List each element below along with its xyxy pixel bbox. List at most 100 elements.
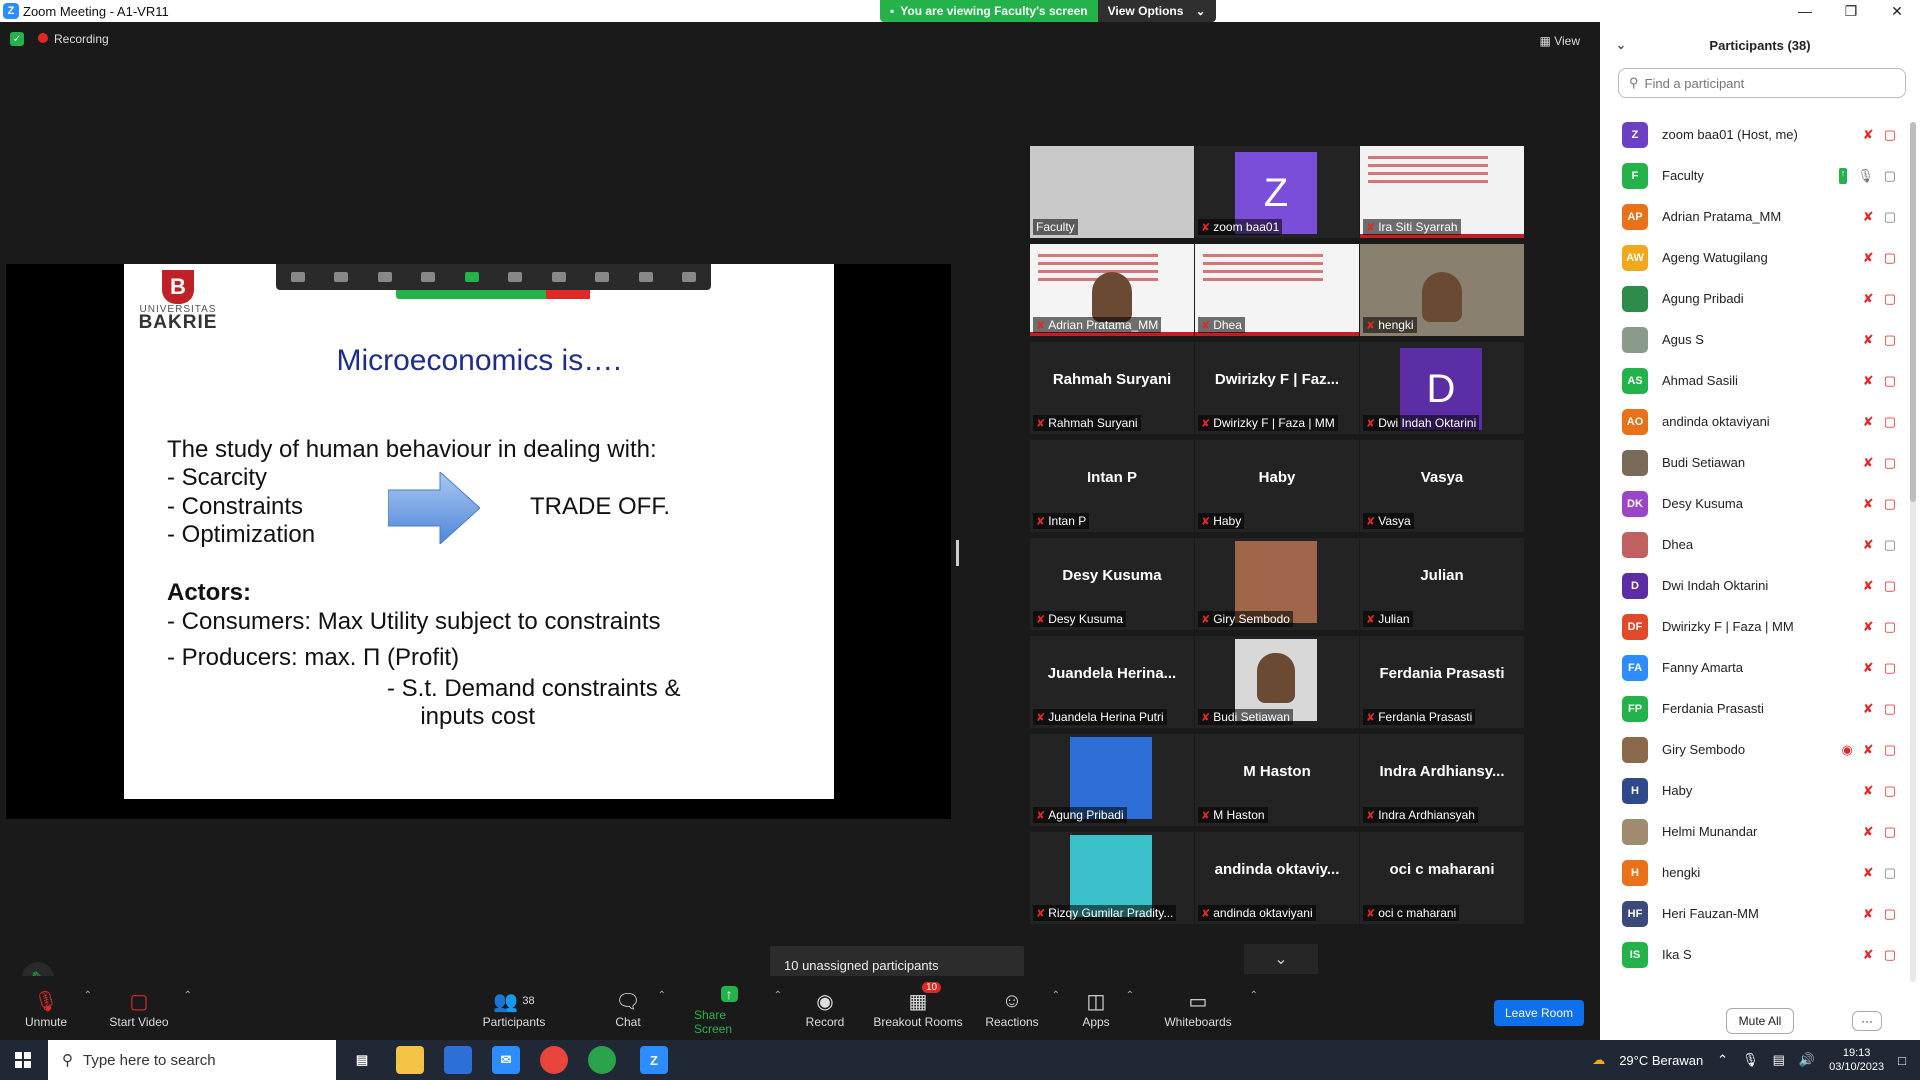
participant-row[interactable]: Hhengki ✘ ▢ (1600, 852, 1910, 893)
video-tile[interactable]: Rahmah Suryani ✘ Rahmah Suryani (1030, 342, 1194, 434)
chat-options-caret[interactable]: ⌃ (658, 990, 666, 1001)
mail-icon[interactable]: ✉ (492, 1046, 520, 1074)
network-icon[interactable]: ▤ (1773, 1052, 1785, 1068)
participant-row[interactable]: Budi Setiawan ✘ ▢ (1600, 442, 1910, 483)
video-tile[interactable]: Indra Ardhiansy... ✘ Indra Ardhiansyah (1360, 734, 1524, 826)
whiteboards-button[interactable]: ▭ Whiteboards ⌃ (1156, 976, 1258, 1040)
share-screen-button[interactable]: ↑ Share Screen ⌃ (694, 976, 782, 1040)
participant-row[interactable]: Dhea ✘ ▢ (1600, 524, 1910, 565)
participants-button[interactable]: 👥 38 Participants (476, 976, 552, 1040)
video-tile[interactable]: Haby ✘ Haby (1195, 440, 1359, 532)
participant-row[interactable]: AS Ahmad Sasili ✘ ▢ (1600, 360, 1910, 401)
video-tile[interactable]: Vasya ✘ Vasya (1360, 440, 1524, 532)
file-explorer-icon[interactable] (396, 1046, 424, 1074)
participant-row[interactable]: Giry Sembodo ◉ ✘ ▢ (1600, 729, 1910, 770)
participant-row[interactable]: F Faculty ↑ 🎙 ▢ (1600, 155, 1910, 196)
avatar: AW (1622, 244, 1648, 271)
mic-icon[interactable]: 🎙 (1742, 1052, 1759, 1068)
participant-name: Faculty (1662, 168, 1704, 183)
participant-row[interactable]: Agung Pribadi ✘ ▢ (1600, 278, 1910, 319)
participant-row[interactable]: Zzoom baa01 (Host, me) ✘ ▢ (1600, 114, 1910, 155)
recording-indicator[interactable]: Recording (38, 32, 109, 46)
video-tile[interactable]: M Haston ✘ M Haston (1195, 734, 1359, 826)
participant-name: Giry Sembodo (1662, 742, 1746, 757)
apps-options-caret[interactable]: ⌃ (1126, 990, 1134, 1001)
participant-row[interactable]: IS Ika S ✘ ▢ (1600, 934, 1910, 975)
view-button[interactable]: ▦ View (1540, 34, 1580, 48)
participant-search-input[interactable]: ⚲ Find a participant (1618, 68, 1906, 98)
clock[interactable]: 19:13 03/10/2023 (1829, 1046, 1884, 1074)
panel-splitter-handle[interactable] (956, 540, 959, 566)
participant-row[interactable]: AP Adrian Pratama_MM ✘ ▢ (1600, 196, 1910, 237)
breakout-rooms-button[interactable]: ▦ 10 Breakout Rooms (870, 976, 966, 1040)
video-tile[interactable]: ✘ Agung Pribadi (1030, 734, 1194, 826)
task-view-icon[interactable]: ▤ (348, 1046, 376, 1074)
record-button[interactable]: ◉ Record (800, 976, 850, 1040)
participant-row[interactable]: FP Ferdania Prasasti ✘ ▢ (1600, 688, 1910, 729)
participant-list-scrollbar[interactable] (1910, 122, 1916, 982)
volume-icon[interactable]: 🔊 (1799, 1052, 1815, 1068)
video-tile[interactable]: Intan P ✘ Intan P (1030, 440, 1194, 532)
taskbar-search-input[interactable]: ⚲ Type here to search (48, 1040, 336, 1080)
video-tile[interactable]: Juandela Herina... ✘ Juandela Herina Putri (1030, 636, 1194, 728)
close-icon[interactable]: ✕ (1874, 0, 1920, 22)
video-tile[interactable]: Ferdania Prasasti ✘ Ferdania Prasasti (1360, 636, 1524, 728)
participant-row[interactable]: Agus S ✘ ▢ (1600, 319, 1910, 360)
participant-row[interactable]: AW Ageng Watugilang ✘ ▢ (1600, 237, 1910, 278)
start-video-button[interactable]: ▢ Start Video ⌃ (104, 976, 192, 1040)
video-tile[interactable]: andinda oktaviy... ✘ andinda oktaviyani (1195, 832, 1359, 924)
video-tile[interactable]: Julian ✘ Julian (1360, 538, 1524, 630)
chrome-icon[interactable] (540, 1046, 568, 1074)
video-tile[interactable]: Faculty (1030, 146, 1194, 238)
video-tile[interactable]: D ✘ Dwi Indah Oktarini (1360, 342, 1524, 434)
weather-text[interactable]: 29°C Berawan (1619, 1053, 1703, 1068)
apps-button[interactable]: ◫ Apps ⌃ (1076, 976, 1134, 1040)
reactions-options-caret[interactable]: ⌃ (1052, 990, 1060, 1001)
video-tile[interactable]: ✘ Budi Setiawan (1195, 636, 1359, 728)
participant-row[interactable]: D Dwi Indah Oktarini ✘ ▢ (1600, 565, 1910, 606)
video-options-caret[interactable]: ⌃ (184, 990, 192, 1001)
video-tile[interactable]: ✘ Giry Sembodo (1195, 538, 1359, 630)
participant-row[interactable]: AO andinda oktaviyani ✘ ▢ (1600, 401, 1910, 442)
share-screen-icon: ↑ (720, 980, 738, 1008)
video-tile[interactable]: ✘ hengki (1360, 244, 1524, 336)
participant-row[interactable]: Helmi Munandar ✘ ▢ (1600, 811, 1910, 852)
video-tile[interactable]: ✘ Rizqy Gumilar Pradity... (1030, 832, 1194, 924)
start-button[interactable] (0, 1040, 46, 1080)
store-icon[interactable] (444, 1046, 472, 1074)
mute-all-button[interactable]: Mute All (1725, 1008, 1795, 1034)
whiteboards-options-caret[interactable]: ⌃ (1250, 990, 1258, 1001)
reactions-button[interactable]: ☺ Reactions ⌃ (982, 976, 1060, 1040)
video-tile[interactable]: ✘ Dhea (1195, 244, 1359, 336)
participant-row[interactable]: H Haby ✘ ▢ (1600, 770, 1910, 811)
chevron-up-icon[interactable]: ⌃ (1717, 1052, 1728, 1068)
video-tile[interactable]: Z ✘ zoom baa01 (1195, 146, 1359, 238)
shield-icon[interactable]: ✓ (10, 32, 24, 46)
unmute-options-caret[interactable]: ⌃ (84, 990, 92, 1001)
more-options-button[interactable]: ··· (1852, 1011, 1882, 1031)
participant-row[interactable]: DF Dwirizky F | Faza | MM ✘ ▢ (1600, 606, 1910, 647)
restore-icon[interactable]: ❐ (1828, 0, 1874, 22)
view-options-button[interactable]: View Options ⌄ (1097, 0, 1216, 22)
notification-icon[interactable]: □ (1898, 1053, 1906, 1068)
video-tile[interactable]: ✘ Adrian Pratama_MM (1030, 244, 1194, 336)
chrome-profile-icon[interactable] (588, 1046, 616, 1074)
share-options-caret[interactable]: ⌃ (774, 990, 782, 1001)
mic-icon: 🎙 (1857, 167, 1874, 183)
participant-name: Ageng Watugilang (1662, 250, 1768, 265)
participant-row[interactable]: FA Fanny Amarta ✘ ▢ (1600, 647, 1910, 688)
zoom-taskbar-icon[interactable]: Z (640, 1046, 668, 1074)
gallery-next-page-button[interactable]: ⌄ (1244, 944, 1318, 974)
video-tile[interactable]: ✘ Ira Siti Syarrah (1360, 146, 1524, 238)
video-tile[interactable]: oci c maharani ✘ oci c maharani (1360, 832, 1524, 924)
participant-row[interactable]: DK Desy Kusuma ✘ ▢ (1600, 483, 1910, 524)
unmute-button[interactable]: 🎙 Unmute ⌃ (18, 976, 92, 1040)
leave-room-button[interactable]: Leave Room (1494, 1000, 1584, 1026)
chat-button[interactable]: 🗨 Chat ⌃ (608, 976, 666, 1040)
participant-row[interactable]: HF Heri Fauzan-MM ✘ ▢ (1600, 893, 1910, 934)
video-tile[interactable]: Desy Kusuma ✘ Desy Kusuma (1030, 538, 1194, 630)
minimize-icon[interactable]: — (1782, 0, 1828, 22)
tile-name-label: ✘ Agung Pribadi (1033, 807, 1127, 823)
collapse-panel-icon[interactable]: ⌄ (1616, 38, 1626, 52)
video-tile[interactable]: Dwirizky F | Faz... ✘ Dwirizky F | Faza | … (1195, 342, 1359, 434)
